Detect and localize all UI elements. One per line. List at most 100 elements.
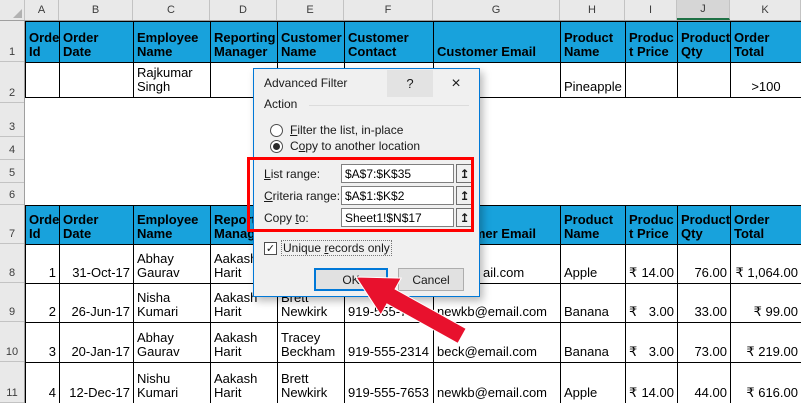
column-header-F[interactable]: F [344,0,433,20]
cell[interactable]: ₹14.00 [626,245,678,284]
cell[interactable]: Pineapple [561,63,626,98]
unique-records-checkbox[interactable]: ✓ Unique records only [264,240,392,256]
cell[interactable]: 44.00 [678,363,731,403]
header-cell[interactable]: Product Qty [678,22,731,63]
cell[interactable]: ₹3.00 [626,284,678,323]
cell[interactable]: ₹ 1,064.00 [731,245,801,284]
header-cell[interactable]: Product Name [561,206,626,245]
cell[interactable]: 31-Oct-17 [60,245,134,284]
cell[interactable]: newkb@email.com [434,363,561,403]
list-range-input[interactable] [341,164,454,183]
cell[interactable]: 4 [26,363,60,403]
header-cell[interactable]: Employee Name [134,22,211,63]
ok-button[interactable]: OK [314,268,388,291]
cell[interactable]: 919-555-2314 [345,323,434,363]
column-header-J[interactable]: J [677,0,730,20]
cell[interactable] [626,63,678,98]
cell[interactable]: ₹3.00 [626,323,678,363]
header-cell[interactable]: Order Id [26,22,60,63]
row-header-11[interactable]: 11 [0,362,24,403]
copy-to-picker-button[interactable]: ↥ [456,208,473,227]
cell[interactable]: Nisha Kumari [134,284,211,323]
cell[interactable]: Abhay Gaurav [134,323,211,363]
radio-filter-in-place[interactable]: Filter the list, in-place [270,122,403,138]
cell-value: 3.00 [648,344,674,360]
cancel-button[interactable]: Cancel [398,268,464,291]
close-button[interactable]: × [433,70,479,97]
row-header-3[interactable]: 3 [0,103,24,137]
header-cell[interactable]: Customer Email [434,22,561,63]
cell[interactable]: Apple [561,245,626,284]
header-cell[interactable]: Produc t Price [626,22,678,63]
row-header-9[interactable]: 9 [0,283,24,322]
cell[interactable]: Abhay Gaurav [134,245,211,284]
criteria-range-picker-button[interactable]: ↥ [456,186,473,205]
cell[interactable]: 73.00 [678,323,731,363]
cell[interactable]: 2 [26,284,60,323]
cell[interactable]: beck@email.com [434,323,561,363]
cell[interactable]: >100 [731,63,801,98]
radio-filter-in-place-label: Filter the list, in-place [290,123,404,137]
help-button[interactable]: ? [387,70,433,97]
select-all-corner[interactable] [0,0,25,20]
row-header-10[interactable]: 10 [0,322,24,362]
cell[interactable]: 1 [26,245,60,284]
cell[interactable] [26,63,60,98]
row-header-5[interactable]: 5 [0,160,24,183]
cell[interactable]: 12-Dec-17 [60,363,134,403]
cell[interactable]: ₹ 219.00 [731,323,801,363]
header-cell[interactable]: Order Id [26,206,60,245]
cell[interactable] [678,63,731,98]
column-header-A[interactable]: A [25,0,59,20]
cell[interactable]: ₹ 616.00 [731,363,801,403]
cell[interactable]: 33.00 [678,284,731,323]
cell[interactable] [60,63,134,98]
header-cell[interactable]: Order Date [60,22,134,63]
cell[interactable]: Aakash Harit [211,363,278,403]
cell[interactable]: Apple [561,363,626,403]
header-cell[interactable]: Customer Contact [345,22,434,63]
row-header-2[interactable]: 2 [0,62,24,103]
row-header-6[interactable]: 6 [0,183,24,205]
criteria-range-input[interactable] [341,186,454,205]
cell-value: 14.00 [641,265,674,281]
cell[interactable]: Rajkumar Singh [134,63,211,98]
cell[interactable]: Brett Newkirk [278,363,345,403]
header-cell[interactable]: Employee Name [134,206,211,245]
header-cell[interactable]: Product Qty [678,206,731,245]
column-header-B[interactable]: B [59,0,133,20]
copy-to-input[interactable] [341,208,454,227]
header-cell[interactable]: Order Total [731,22,801,63]
header-cell[interactable]: Order Date [60,206,134,245]
cell[interactable]: ₹14.00 [626,363,678,403]
cell[interactable]: 26-Jun-17 [60,284,134,323]
cell[interactable]: Banana [561,284,626,323]
column-header-H[interactable]: H [560,0,625,20]
column-header-C[interactable]: C [133,0,210,20]
column-header-E[interactable]: E [277,0,344,20]
column-header-K[interactable]: K [730,0,801,20]
cell[interactable]: Aakash Harit [211,323,278,363]
column-header-I[interactable]: I [625,0,677,20]
header-cell[interactable]: Product Name [561,22,626,63]
cell[interactable]: 20-Jan-17 [60,323,134,363]
header-cell[interactable]: Customer Name [278,22,345,63]
cell[interactable]: 3 [26,323,60,363]
cell[interactable]: 919-555-7653 [345,363,434,403]
column-header-G[interactable]: G [433,0,560,20]
cell[interactable]: Banana [561,323,626,363]
cell[interactable]: Nishu Kumari [134,363,211,403]
header-cell[interactable]: Produc t Price [626,206,678,245]
column-header-D[interactable]: D [210,0,277,20]
list-range-picker-button[interactable]: ↥ [456,164,473,183]
row-header-4[interactable]: 4 [0,137,24,160]
cell[interactable]: 76.00 [678,245,731,284]
row-header-1[interactable]: 1 [0,21,24,62]
header-cell[interactable]: Reporting Manager [211,22,278,63]
row-header-7[interactable]: 7 [0,205,24,244]
cell[interactable]: Tracey Beckham [278,323,345,363]
radio-copy-to-location[interactable]: Copy to another location [270,138,420,154]
cell[interactable]: ₹ 99.00 [731,284,801,323]
row-header-8[interactable]: 8 [0,244,24,283]
header-cell[interactable]: Order Total [731,206,801,245]
